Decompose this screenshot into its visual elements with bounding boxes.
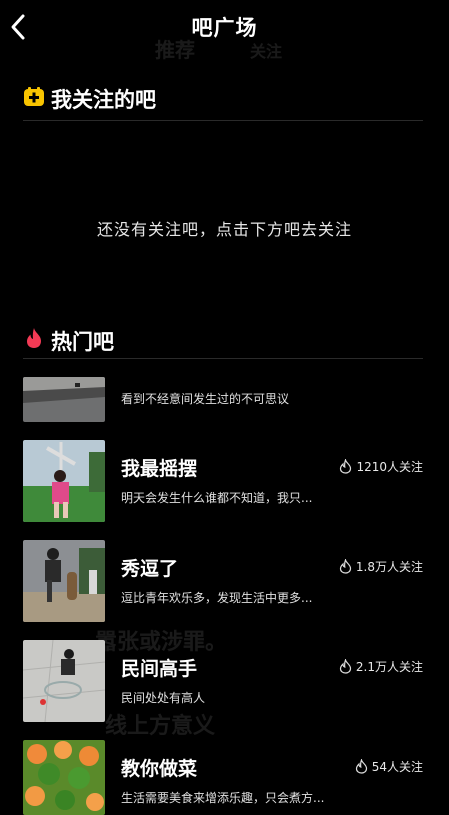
hot-section-header: 热门吧 — [23, 322, 423, 359]
bar-name: 我最摇摆 — [121, 458, 198, 480]
bar-thumbnail — [23, 540, 105, 622]
bar-description: 逗比青年欢乐多，发现生活中更多... — [121, 591, 313, 605]
follower-count: 2.1万人关注 — [339, 658, 423, 675]
bar-description: 民间处处有高人 — [121, 691, 206, 705]
top-bar: 吧广场 — [0, 0, 449, 56]
following-section-title: 我关注的吧 — [51, 88, 156, 112]
follower-count-text: 1210人关注 — [356, 460, 423, 474]
bar-name: 教你做菜 — [121, 758, 198, 780]
follower-count-text: 1.8万人关注 — [355, 560, 423, 574]
empty-following-message: 还没有关注吧，点击下方吧去关注 — [96, 220, 352, 239]
hot-section-title: 热门吧 — [51, 330, 114, 354]
flame-outline-icon — [339, 659, 352, 674]
follower-count-text: 2.1万人关注 — [355, 660, 423, 674]
hot-bar-item[interactable]: 我最摇摆 1210人关注 明天会发生什么谁都不知道，我只... — [23, 440, 425, 522]
bar-name: 秀逗了 — [121, 558, 179, 580]
bar-thumbnail — [23, 740, 105, 815]
hot-bar-item[interactable]: 民间高手 2.1万人关注 民间处处有高人 — [23, 640, 425, 722]
flame-icon — [27, 328, 41, 348]
hot-bar-item[interactable]: 秀逗了 1.8万人关注 逗比青年欢乐多，发现生活中更多... — [23, 540, 425, 622]
flame-outline-icon — [339, 559, 352, 574]
follower-count: 54人关注 — [355, 758, 423, 775]
bar-thumbnail — [23, 440, 105, 522]
hot-bar-item[interactable]: 教你做菜 54人关注 生活需要美食来增添乐趣，只会煮方... — [23, 740, 425, 815]
bar-description: 明天会发生什么谁都不知道，我只... — [121, 491, 313, 505]
flame-outline-icon — [355, 759, 367, 774]
page-title: 吧广场 — [191, 16, 258, 40]
bar-thumbnail — [23, 377, 105, 422]
flame-outline-icon — [340, 459, 352, 474]
plus-square-icon — [24, 87, 44, 106]
bar-description: 看到不经意间发生过的不可思议 — [121, 392, 290, 406]
follower-count: 1.8万人关注 — [339, 558, 423, 575]
following-section-header: 我关注的吧 — [23, 80, 423, 121]
bar-name: 民间高手 — [121, 658, 198, 680]
bar-description: 生活需要美食来增添乐趣，只会煮方... — [121, 791, 325, 805]
bar-thumbnail — [23, 640, 105, 722]
follower-count: 1210人关注 — [339, 458, 423, 475]
follower-count-text: 54人关注 — [371, 760, 423, 774]
hot-bar-item[interactable]: 看到不经意间发生过的不可思议 — [23, 377, 425, 422]
